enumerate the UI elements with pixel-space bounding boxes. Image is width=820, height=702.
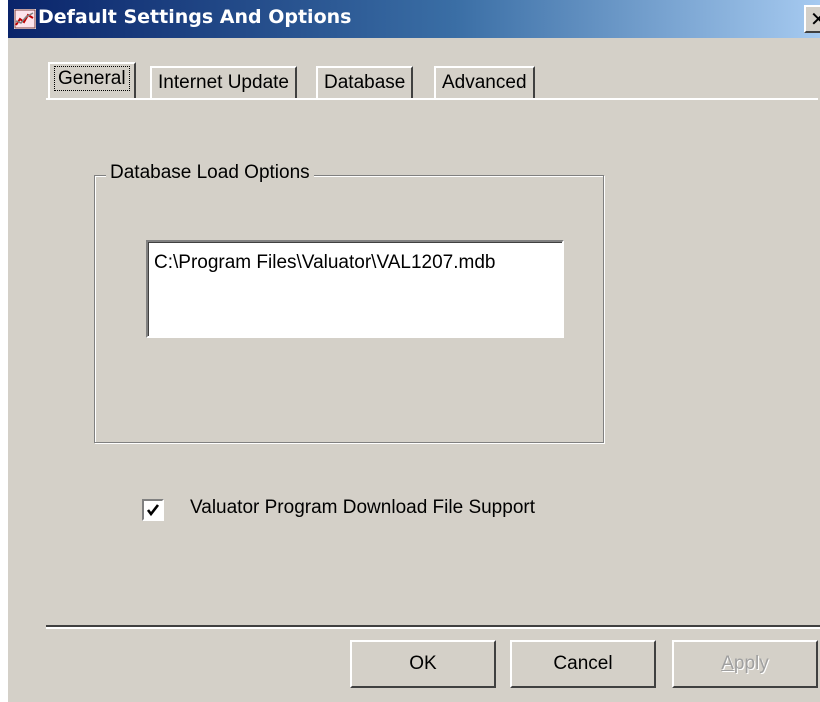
button-separator [46, 625, 820, 629]
tab-advanced[interactable]: Advanced [434, 66, 535, 100]
tab-advanced-label: Advanced [442, 72, 527, 93]
tab-database[interactable]: Database [316, 66, 414, 100]
database-path-field[interactable]: C:\Program Files\Valuator\VAL1207.mdb [146, 240, 564, 338]
chart-icon [14, 9, 36, 29]
tab-general-label: General [54, 66, 130, 91]
tab-panel-border [46, 98, 818, 100]
tab-database-label: Database [324, 72, 406, 93]
title-bar[interactable]: Default Settings And Options ✕ [8, 0, 820, 38]
cancel-button[interactable]: Cancel [510, 640, 656, 688]
close-icon: ✕ [810, 7, 820, 31]
tab-internet-update-label: Internet Update [158, 72, 289, 93]
download-support-label[interactable]: Valuator Program Download File Support [190, 497, 535, 519]
window-title: Default Settings And Options [38, 6, 352, 28]
tab-general[interactable]: General [48, 62, 136, 100]
checkmark-icon [146, 504, 160, 517]
tab-internet-update[interactable]: Internet Update [150, 66, 297, 100]
database-load-options-legend: Database Load Options [106, 162, 314, 184]
ok-button[interactable]: OK [350, 640, 496, 688]
close-button[interactable]: ✕ [804, 5, 820, 33]
apply-button-label: Apply [721, 653, 769, 674]
download-support-checkbox[interactable] [142, 499, 164, 521]
settings-dialog: Default Settings And Options ✕ General I… [8, 0, 820, 702]
apply-button[interactable]: Apply [672, 640, 818, 688]
